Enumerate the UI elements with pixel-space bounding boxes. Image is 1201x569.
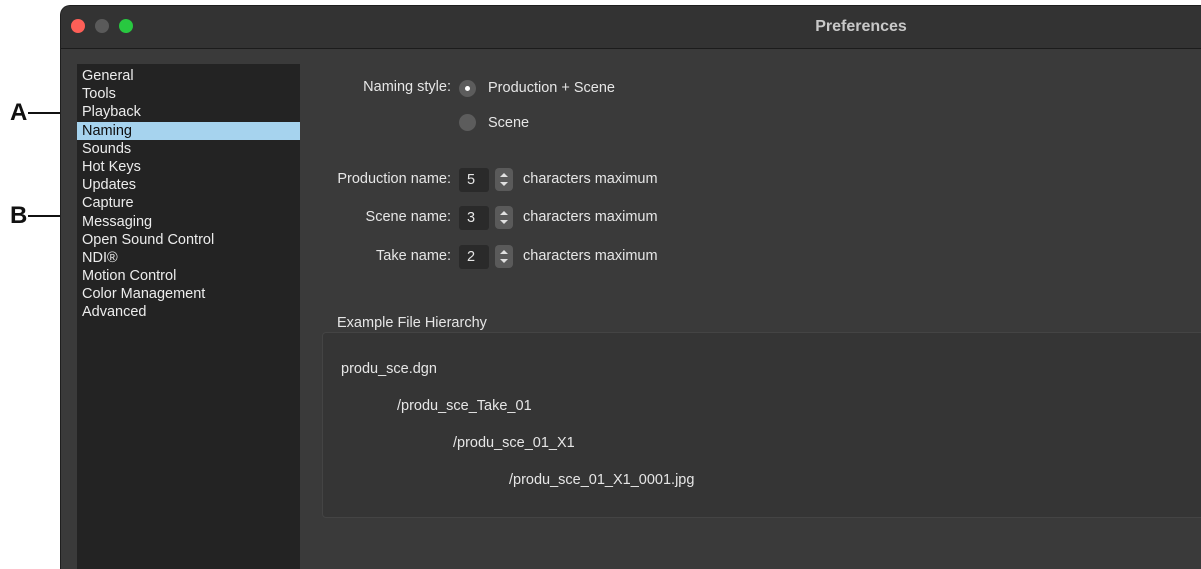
naming-style-label: Naming style: [363, 79, 451, 95]
sidebar-item-naming[interactable]: Naming [77, 121, 300, 140]
scene-name-label: Scene name: [365, 209, 451, 225]
sidebar-item-motion-control[interactable]: Motion Control [77, 267, 300, 285]
hierarchy-line-4: /produ_sce_01_X1_0001.jpg [509, 472, 695, 488]
callout-b: B [10, 202, 28, 229]
stepper-arrows-icon [500, 211, 508, 224]
sidebar-item-open-sound-control[interactable]: Open Sound Control [77, 231, 300, 249]
sidebar-item-messaging[interactable]: Messaging [77, 213, 300, 231]
stepper-arrows-icon [500, 250, 508, 263]
title-bar: Preferences [61, 6, 1201, 49]
scene-name-field[interactable]: 3 [459, 206, 489, 230]
stepper-arrows-icon [500, 173, 508, 186]
hierarchy-line-3: /produ_sce_01_X1 [453, 435, 575, 451]
sidebar-item-advanced[interactable]: Advanced [77, 303, 300, 321]
production-scene-option-label[interactable]: Production + Scene [488, 80, 615, 96]
preferences-sidebar: General Tools Playback Naming Sounds Hot… [77, 64, 300, 569]
production-name-field[interactable]: 5 [459, 168, 489, 192]
scene-option-label[interactable]: Scene [488, 115, 529, 131]
sidebar-item-hot-keys[interactable]: Hot Keys [77, 158, 300, 176]
sidebar-item-tools[interactable]: Tools [77, 85, 300, 103]
sidebar-item-color-management[interactable]: Color Management [77, 285, 300, 303]
sidebar-item-general[interactable]: General [77, 67, 300, 85]
sidebar-item-ndi[interactable]: NDI® [77, 249, 300, 267]
example-hierarchy-box [322, 332, 1201, 518]
preferences-window: Preferences General Tools Playback Namin… [60, 5, 1201, 569]
sidebar-item-sounds[interactable]: Sounds [77, 140, 300, 158]
hierarchy-line-1: produ_sce.dgn [341, 361, 437, 377]
scene-name-unit: characters maximum [523, 209, 658, 225]
hierarchy-line-2: /produ_sce_Take_01 [397, 398, 532, 414]
sidebar-item-updates[interactable]: Updates [77, 176, 300, 194]
production-name-unit: characters maximum [523, 171, 658, 187]
take-name-field[interactable]: 2 [459, 245, 489, 269]
production-scene-radio[interactable] [459, 80, 476, 97]
take-name-stepper[interactable] [495, 245, 513, 268]
production-name-stepper[interactable] [495, 168, 513, 191]
take-name-unit: characters maximum [523, 248, 658, 264]
callout-a: A [10, 99, 28, 126]
sidebar-item-playback[interactable]: Playback [77, 103, 300, 121]
scene-radio[interactable] [459, 114, 476, 131]
take-name-label: Take name: [376, 248, 451, 264]
window-title: Preferences [815, 18, 907, 35]
sidebar-item-capture[interactable]: Capture [77, 194, 300, 212]
example-hierarchy-title: Example File Hierarchy [337, 315, 487, 331]
scene-name-stepper[interactable] [495, 206, 513, 229]
production-name-label: Production name: [337, 171, 451, 187]
